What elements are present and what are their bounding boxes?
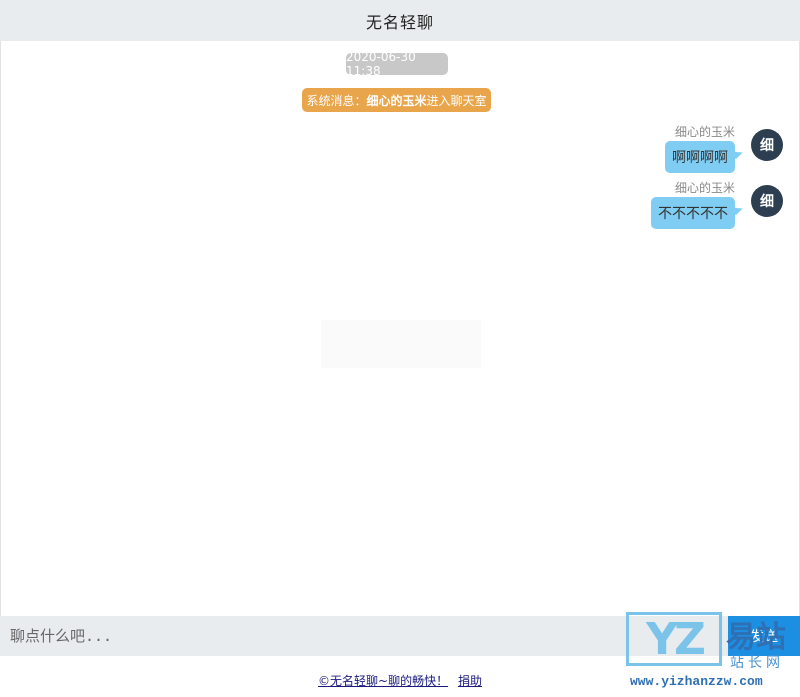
system-message-label: 系统消息：: [306, 93, 367, 108]
timestamp-badge: 2020-06-30 11:38: [346, 50, 448, 78]
avatar[interactable]: 细: [751, 129, 783, 161]
avatar[interactable]: 细: [751, 185, 783, 217]
watermark-sub: 站长网: [730, 655, 784, 671]
message-bubble: 不不不不不: [651, 197, 735, 229]
footer: ©无名轻聊~聊的畅快！ 捐助: [0, 672, 800, 689]
donate-link[interactable]: 捐助: [458, 674, 482, 688]
placeholder-panel: [321, 320, 481, 368]
chat-message: 细心的玉米 啊啊啊啊 细: [583, 123, 783, 179]
copyright-link[interactable]: ©无名轻聊~聊的畅快！: [318, 674, 448, 688]
chat-area[interactable]: 2020-06-30 11:38 系统消息： 细心的玉米 进入聊天室 细心的玉米 啊…: [0, 41, 800, 616]
system-message-text: 进入聊天室: [426, 93, 487, 108]
watermark-logo: YZ: [626, 612, 722, 666]
watermark-brand: 易站: [726, 620, 786, 655]
app-header: 无名轻聊: [0, 0, 800, 41]
message-bubble: 啊啊啊啊: [665, 141, 735, 173]
message-sender: 细心的玉米: [674, 181, 735, 195]
message-sender: 细心的玉米: [674, 125, 735, 139]
system-message-user: 细心的玉米: [366, 93, 427, 108]
message-input[interactable]: [0, 616, 700, 656]
app-title: 无名轻聊: [365, 12, 434, 32]
chat-message: 细心的玉米 不不不不不 细: [583, 179, 783, 235]
system-message-badge: 系统消息： 细心的玉米 进入聊天室: [302, 88, 491, 112]
